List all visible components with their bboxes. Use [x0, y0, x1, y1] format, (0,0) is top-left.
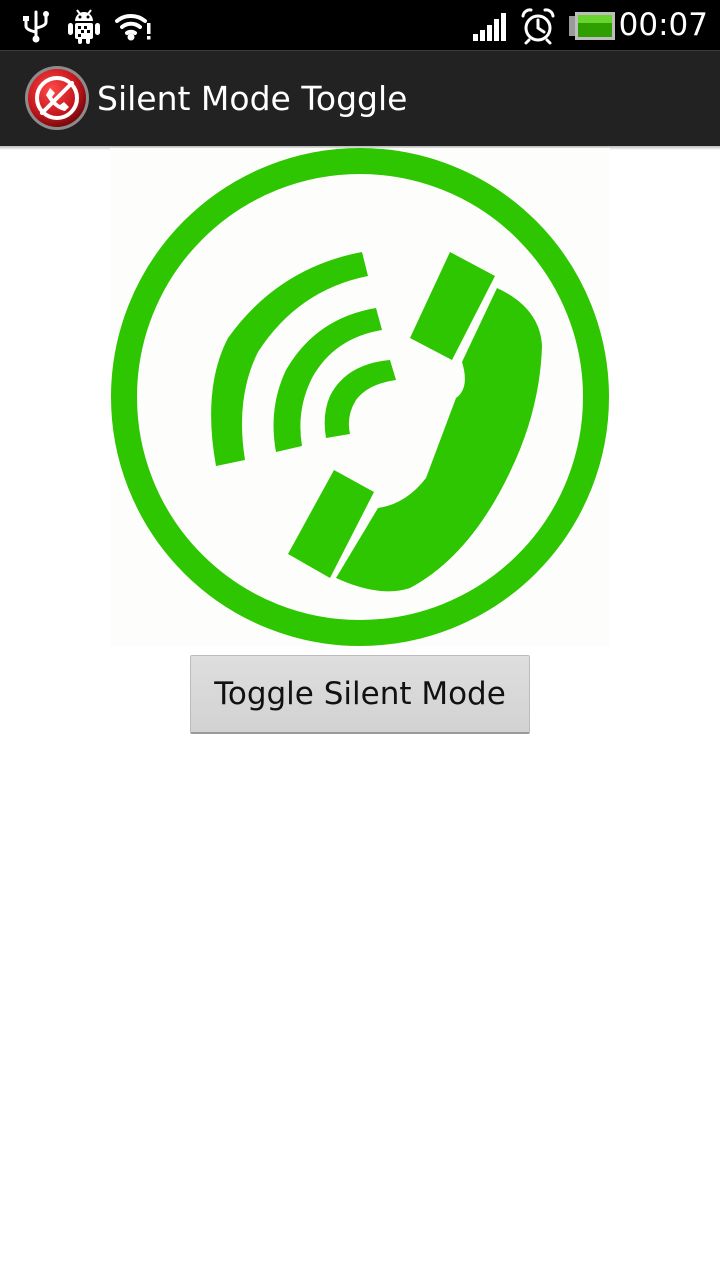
toggle-silent-mode-button[interactable]: Toggle Silent Mode — [190, 655, 530, 734]
signal-icon — [473, 13, 506, 41]
wifi-icon — [115, 13, 151, 41]
alarm-icon — [521, 8, 555, 45]
status-bar: 00:07 — [0, 0, 720, 50]
usb-icon — [23, 10, 49, 43]
phone-ringing-icon — [110, 148, 610, 646]
silent-phone-icon — [25, 66, 89, 130]
android-debug-icon — [68, 9, 100, 44]
clock-time: 00:07 — [618, 7, 708, 43]
app-bar: Silent Mode Toggle — [0, 50, 720, 146]
battery-icon — [569, 12, 615, 40]
app-title: Silent Mode Toggle — [97, 79, 408, 118]
